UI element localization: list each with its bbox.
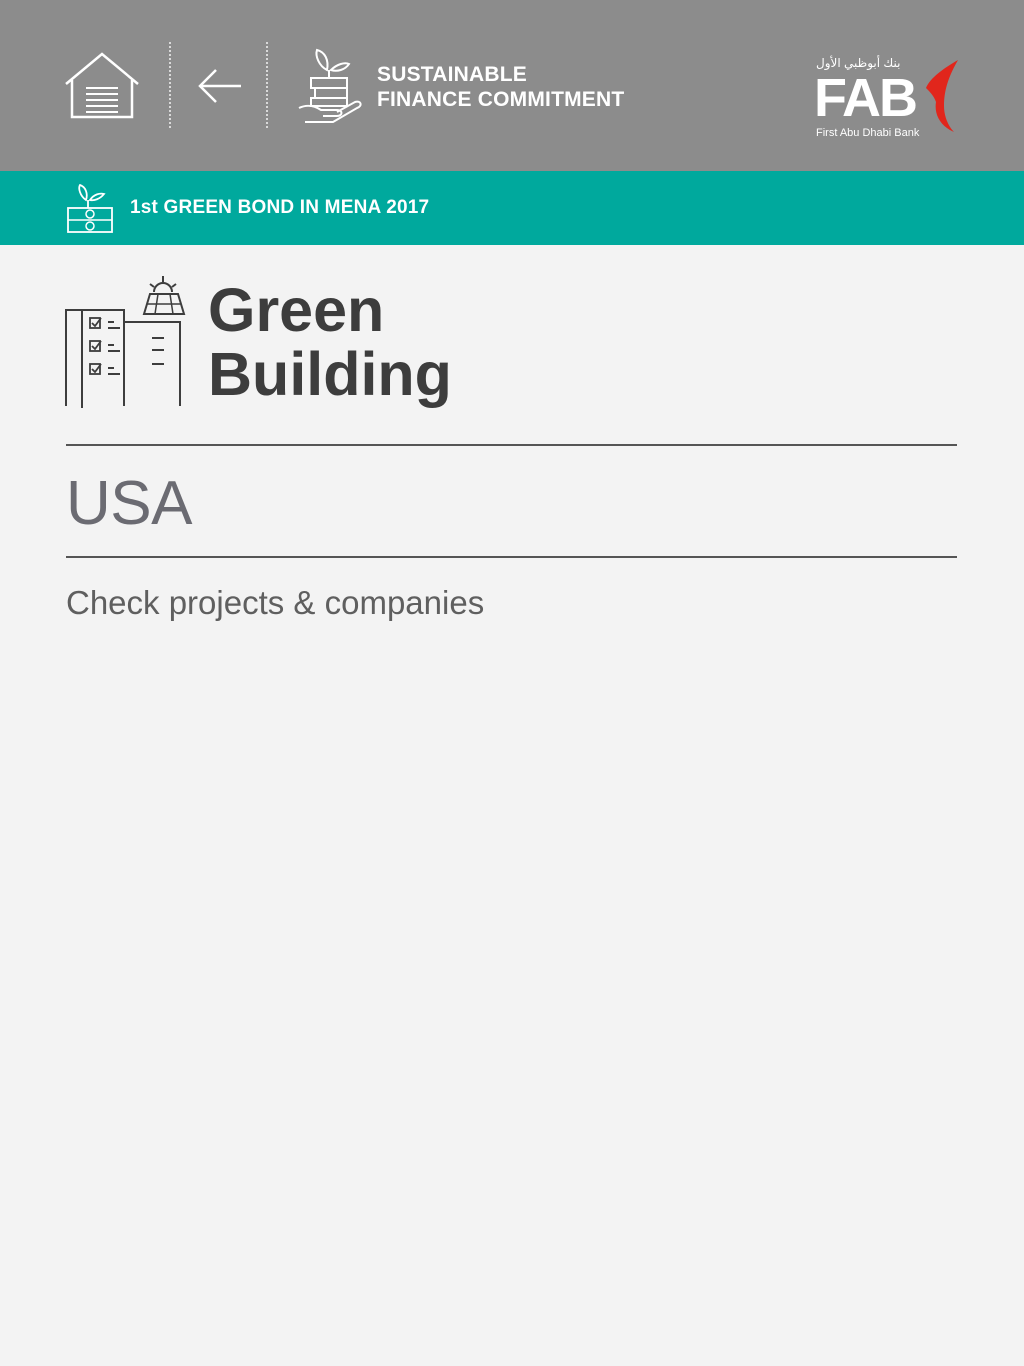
page-title: Green Building — [208, 278, 452, 406]
header-divider — [266, 42, 268, 128]
back-arrow-icon — [198, 69, 241, 103]
country-name: USA — [66, 469, 192, 538]
hand-plant-money-icon — [298, 48, 362, 123]
logo-swoosh-icon — [926, 60, 958, 132]
app-title: SUSTAINABLE FINANCE COMMITMENT — [377, 62, 624, 112]
check-projects-link[interactable]: Check projects & companies — [66, 582, 484, 624]
fab-logo: بنك أبوظبي الأول FAB First Abu Dhabi Ban… — [812, 56, 962, 144]
section-divider — [66, 444, 957, 446]
header-divider — [169, 42, 171, 128]
home-button[interactable] — [64, 50, 140, 120]
money-plant-icon — [67, 184, 113, 233]
logo-wordmark: FAB — [814, 68, 918, 128]
app-title-line2: FINANCE COMMITMENT — [377, 88, 625, 111]
home-icon — [65, 52, 139, 119]
banner-text: 1st GREEN BOND IN MENA 2017 — [130, 197, 430, 218]
app-title-line1: SUSTAINABLE — [377, 63, 527, 86]
page-title-line2: Building — [208, 340, 452, 408]
back-button[interactable] — [196, 66, 244, 106]
section-divider — [66, 556, 957, 558]
logo-subtitle: First Abu Dhabi Bank — [816, 127, 920, 139]
green-building-icon — [65, 276, 186, 408]
page-title-line1: Green — [208, 276, 385, 344]
top-header: SUSTAINABLE FINANCE COMMITMENT بنك أبوظب… — [0, 0, 1024, 171]
